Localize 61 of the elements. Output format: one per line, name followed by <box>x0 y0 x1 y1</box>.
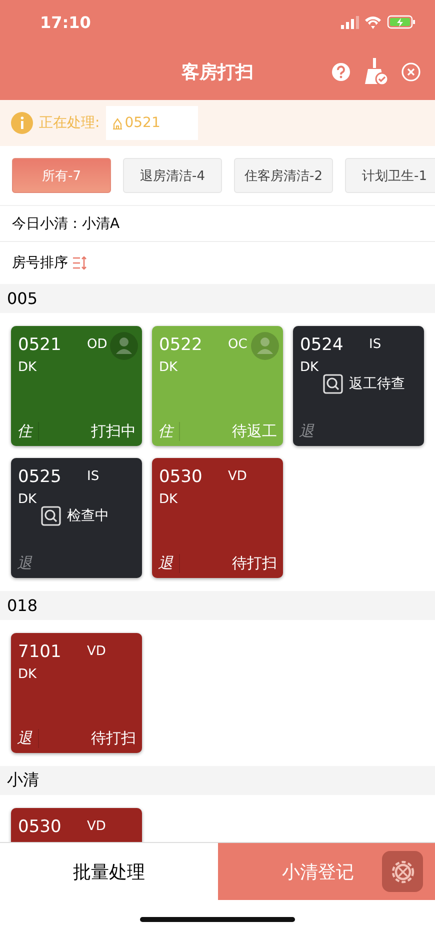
broom-icon[interactable] <box>363 58 389 86</box>
room-card[interactable]: 0525 IS DK 检查中 退 <box>11 458 142 578</box>
inspection-status: 检查中 <box>67 507 109 525</box>
room-type: DK <box>18 492 37 507</box>
occupancy-label: 退 <box>17 729 39 748</box>
room-type: DK <box>300 360 319 375</box>
occupancy-label: 住 <box>158 422 180 441</box>
battery-icon <box>387 15 415 29</box>
magnifier-icon <box>323 374 343 394</box>
room-status: VD <box>228 469 247 484</box>
magnifier-icon <box>41 506 61 526</box>
room-number: 0525 <box>18 467 62 487</box>
room-number: 0522 <box>159 335 202 355</box>
group-header: 小清 <box>7 770 39 791</box>
room-card[interactable]: 0530 VD <box>11 808 142 842</box>
room-status: OD <box>87 337 108 352</box>
status-time: 17:10 <box>40 12 91 32</box>
room-card[interactable]: 0530 VD DK 退 待打扫 <box>152 458 283 578</box>
sort-icon[interactable] <box>72 256 88 270</box>
today-cleaner: 今日小清：小清A <box>12 214 120 232</box>
room-number: 0521 <box>18 335 62 355</box>
filter-tab[interactable]: 退房清洁-4 <box>123 158 222 193</box>
occupancy-label: 退 <box>17 554 34 573</box>
sort-label[interactable]: 房号排序 <box>12 254 68 272</box>
cleaning-status: 打扫中 <box>91 422 136 441</box>
room-type: DK <box>18 667 37 682</box>
cleaning-status: 待打扫 <box>232 554 277 573</box>
room-type: DK <box>159 492 178 507</box>
occupancy-label: 退 <box>158 554 180 573</box>
signal-icon <box>341 16 359 28</box>
page-title: 客房打扫 <box>182 61 254 84</box>
room-card[interactable]: 7101 VD DK 退 待打扫 <box>11 633 142 753</box>
filter-tab[interactable]: 计划卫生-1 <box>345 158 435 193</box>
processing-label: 正在处理: <box>39 114 100 132</box>
filter-tab[interactable]: 住客房清洁-2 <box>234 158 333 193</box>
room-status: VD <box>87 644 106 659</box>
room-status: VD <box>87 819 106 834</box>
room-type: DK <box>159 360 178 375</box>
room-icon <box>112 116 123 130</box>
room-number: 7101 <box>18 642 62 662</box>
wifi-icon <box>365 16 381 28</box>
room-status: OC <box>228 337 248 352</box>
group-header: 018 <box>7 596 38 615</box>
occupancy-label: 退 <box>299 422 316 441</box>
occupancy-label: 住 <box>17 422 39 441</box>
room-card[interactable]: 0521 OD DK 住 打扫中 <box>11 326 142 446</box>
inspection-status: 返工待查 <box>349 375 405 393</box>
room-number: 0524 <box>300 335 344 355</box>
room-number: 0530 <box>159 467 202 487</box>
group-header: 005 <box>7 289 38 308</box>
cleaning-status: 待返工 <box>232 422 277 441</box>
room-status: IS <box>369 337 382 352</box>
info-icon <box>11 112 33 134</box>
cleaning-status: 待打扫 <box>91 729 136 748</box>
help-icon[interactable] <box>331 62 351 82</box>
room-card[interactable]: 0524 IS DK 返工待查 退 <box>293 326 424 446</box>
room-status: IS <box>87 469 100 484</box>
room-type: DK <box>18 360 37 375</box>
settings-button[interactable] <box>382 851 423 892</box>
close-icon[interactable] <box>401 62 421 82</box>
room-number: 0530 <box>18 817 62 837</box>
